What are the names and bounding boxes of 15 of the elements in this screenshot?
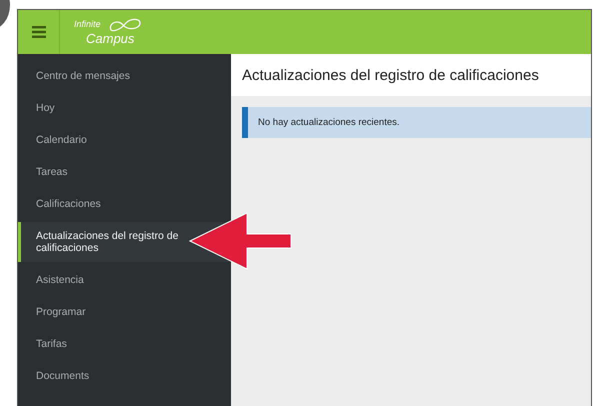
- info-alert: No hay actualizaciones recientes.: [242, 107, 591, 138]
- sidebar-item[interactable]: Calificaciones: [18, 188, 231, 220]
- sidebar-item[interactable]: Centro de mensajes: [18, 60, 231, 92]
- arrow-icon: [189, 212, 293, 270]
- sidebar-item[interactable]: Asistencia: [18, 264, 231, 296]
- sidebar-item[interactable]: Programar: [18, 296, 231, 328]
- logo: Infinite Campus: [74, 17, 146, 47]
- menu-icon: [32, 26, 46, 38]
- sidebar-item[interactable]: Calendario: [18, 124, 231, 156]
- sidebar-item[interactable]: Tareas: [18, 156, 231, 188]
- sidebar-item[interactable]: Documents: [18, 360, 231, 392]
- sidebar-item[interactable]: Hoy: [18, 92, 231, 124]
- page-title: Actualizaciones del registro de calificaciones: [242, 66, 539, 84]
- sidebar-item[interactable]: Actualizaciones del registro de calificaciones: [18, 222, 231, 262]
- sidebar-item[interactable]: Tarifas: [18, 328, 231, 360]
